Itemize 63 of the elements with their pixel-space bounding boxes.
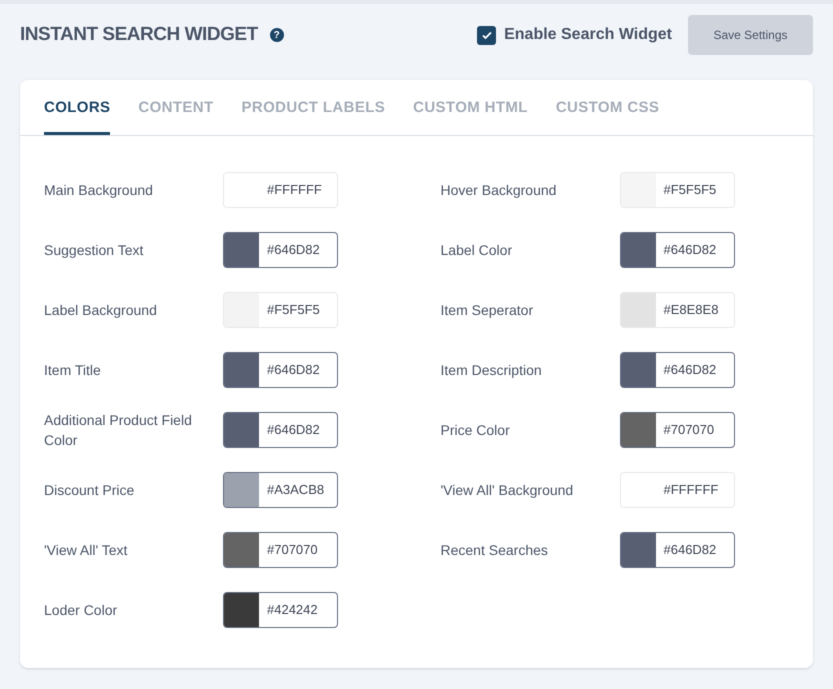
- color-label: Price Color: [440, 421, 511, 440]
- color-value: #646D82: [662, 361, 716, 380]
- color-field[interactable]: #646D82: [223, 352, 338, 388]
- color-value: #424242: [266, 601, 318, 620]
- color-label: Hover Background: [440, 181, 558, 200]
- color-field[interactable]: #FFFFFF: [620, 472, 734, 508]
- color-swatch[interactable]: [224, 413, 259, 447]
- color-swatch[interactable]: [620, 533, 656, 567]
- color-swatch[interactable]: [224, 233, 259, 267]
- color-label: Label Color: [440, 241, 514, 260]
- color-label: 'View All' Background: [440, 481, 574, 500]
- color-label: Item Description: [440, 361, 543, 380]
- color-field[interactable]: #646D82: [223, 412, 338, 448]
- color-label: Item Seperator: [440, 301, 534, 320]
- color-field[interactable]: #707070: [620, 412, 734, 448]
- color-value: #646D82: [266, 361, 320, 380]
- color-swatch[interactable]: [620, 353, 656, 387]
- color-value: #F5F5F5: [662, 181, 716, 200]
- color-label: Label Background: [44, 301, 158, 320]
- color-swatch[interactable]: [620, 293, 656, 327]
- color-value: #FFFFFF: [662, 481, 718, 500]
- color-label: Loder Color: [44, 601, 118, 620]
- color-field[interactable]: #646D82: [620, 352, 734, 388]
- check-icon: [480, 29, 493, 41]
- color-label: Discount Price: [44, 481, 136, 500]
- color-field[interactable]: #F5F5F5: [620, 172, 734, 208]
- color-label: Recent Searches: [440, 541, 549, 560]
- color-value: #E8E8E8: [662, 301, 718, 320]
- color-swatch[interactable]: [224, 533, 259, 567]
- color-label: Suggestion Text: [44, 241, 144, 260]
- color-label: Main Background: [44, 181, 154, 200]
- enable-label: Enable Search Widget: [504, 25, 672, 45]
- color-label: Additional Product Field Color: [44, 411, 193, 450]
- color-label: 'View All' Text: [44, 541, 128, 560]
- color-value: #707070: [662, 421, 714, 440]
- color-field[interactable]: #707070: [223, 532, 338, 568]
- color-value: #707070: [266, 541, 318, 560]
- enable-checkbox[interactable]: [477, 26, 496, 44]
- color-field[interactable]: #646D82: [620, 232, 734, 268]
- color-label: Item Title: [44, 361, 102, 380]
- page-title: INSTANT SEARCH WIDGET: [20, 22, 258, 47]
- color-value: #646D82: [266, 241, 320, 260]
- color-field[interactable]: #E8E8E8: [620, 292, 734, 328]
- color-value: #A3ACB8: [266, 481, 324, 500]
- help-icon[interactable]: ?: [270, 28, 284, 42]
- color-value: #F5F5F5: [266, 301, 320, 320]
- color-value: #FFFFFF: [266, 181, 322, 200]
- color-swatch[interactable]: [620, 233, 656, 267]
- color-field[interactable]: #F5F5F5: [223, 292, 338, 328]
- color-value: #646D82: [266, 421, 320, 440]
- save-button[interactable]: Save Settings: [688, 15, 813, 55]
- color-value: #646D82: [662, 541, 716, 560]
- tab[interactable]: COLORS: [44, 80, 110, 135]
- color-swatch[interactable]: [224, 353, 259, 387]
- color-swatch[interactable]: [620, 413, 656, 447]
- color-field[interactable]: #646D82: [620, 532, 734, 568]
- color-value: #646D82: [662, 241, 716, 260]
- color-field[interactable]: #FFFFFF: [223, 172, 338, 208]
- color-field[interactable]: #424242: [223, 592, 338, 628]
- color-swatch[interactable]: [224, 473, 259, 507]
- color-field[interactable]: #A3ACB8: [223, 472, 338, 508]
- color-swatch[interactable]: [224, 593, 259, 627]
- color-field[interactable]: #646D82: [223, 232, 338, 268]
